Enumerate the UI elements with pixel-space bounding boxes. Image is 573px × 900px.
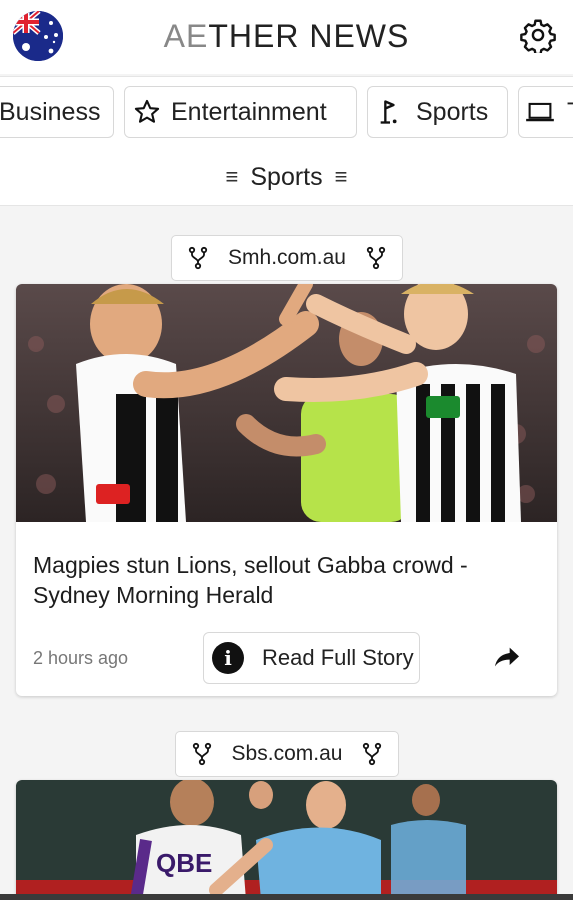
article-card[interactable]: QBE: [16, 780, 557, 900]
article-headline[interactable]: Magpies stun Lions, sellout Gabba crowd …: [33, 550, 533, 610]
tab-entertainment[interactable]: Entertainment: [124, 86, 357, 138]
read-full-story-button[interactable]: i Read Full Story: [203, 632, 420, 684]
source-pill[interactable]: Sbs.com.au: [175, 731, 399, 777]
app-title: AETHER NEWS: [163, 18, 410, 54]
tab-business[interactable]: Business: [0, 86, 114, 138]
article-timestamp: 2 hours ago: [33, 648, 129, 668]
fork-icon: [363, 742, 382, 766]
fork-icon: [366, 246, 386, 270]
info-icon: i: [212, 642, 244, 674]
gear-icon[interactable]: [520, 17, 556, 53]
bottom-edge: [0, 894, 573, 900]
fork-icon: [188, 246, 208, 270]
tab-technology[interactable]: T: [518, 86, 573, 138]
fork-icon: [192, 742, 211, 766]
tab-sports[interactable]: Sports: [367, 86, 508, 138]
source-name: Sbs.com.au: [231, 742, 343, 765]
star-icon: [134, 99, 160, 123]
menu-lines-icon: ≡: [334, 164, 348, 189]
tab-label: Business: [0, 97, 101, 126]
menu-lines-icon: ≡: [225, 164, 239, 189]
laptop-icon: [526, 102, 554, 122]
article-image[interactable]: QBE: [16, 780, 557, 900]
app-header: AETHER NEWS: [0, 0, 573, 74]
tab-label: Sports: [416, 97, 489, 126]
article-image[interactable]: [16, 284, 557, 522]
section-title-bar: ≡ Sports ≡: [0, 149, 573, 206]
tab-label: T: [567, 98, 573, 127]
source-name: Smh.com.au: [228, 246, 346, 269]
sponsor-text: QBE: [156, 848, 212, 878]
category-tabs: Business Entertainment Sports T: [0, 76, 573, 150]
read-full-story-label: Read Full Story: [262, 645, 414, 670]
source-pill[interactable]: Smh.com.au: [171, 235, 403, 281]
share-icon[interactable]: [489, 641, 525, 673]
article-card[interactable]: Magpies stun Lions, sellout Gabba crowd …: [16, 284, 557, 696]
tab-label: Entertainment: [171, 97, 327, 126]
golf-flag-icon: [380, 100, 397, 124]
section-title: Sports: [250, 162, 323, 191]
